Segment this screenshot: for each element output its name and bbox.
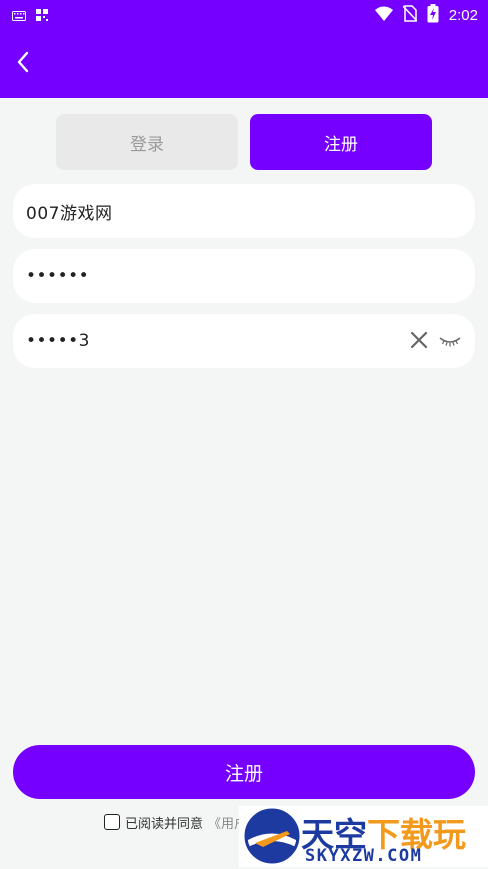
battery-charging-icon xyxy=(427,4,439,27)
agreement-row: 已阅读并同意 《用户 xyxy=(104,812,247,832)
eye-closed-icon[interactable] xyxy=(439,333,461,353)
tab-register[interactable]: 注册 xyxy=(250,114,432,170)
agreement-text: 已阅读并同意 xyxy=(125,816,204,832)
confirm-field-icons xyxy=(409,330,461,355)
password-field[interactable]: •••••• xyxy=(13,249,475,303)
status-right: 2:02 xyxy=(374,4,478,27)
username-field[interactable]: 007游戏网 xyxy=(13,184,475,238)
register-submit-button[interactable]: 注册 xyxy=(13,745,475,799)
watermark-logo-icon xyxy=(243,807,301,869)
password-value: •••••• xyxy=(26,266,90,286)
agreement-checkbox[interactable] xyxy=(104,814,120,830)
chevron-left-icon xyxy=(16,51,30,77)
tab-register-label: 注册 xyxy=(324,134,358,155)
status-time: 2:02 xyxy=(448,7,478,24)
register-submit-label: 注册 xyxy=(224,762,263,785)
app-bar xyxy=(0,28,488,98)
status-left xyxy=(12,6,48,25)
wifi-icon xyxy=(374,6,393,26)
auth-tabs: 登录 注册 xyxy=(56,114,432,170)
keyboard-icon xyxy=(12,6,26,25)
username-value: 007游戏网 xyxy=(26,203,113,224)
status-bar: 2:02 xyxy=(0,0,488,28)
tab-login[interactable]: 登录 xyxy=(56,114,238,170)
watermark-en-text: SKYXZW.COM xyxy=(305,846,423,866)
confirm-password-field[interactable]: •••••3 xyxy=(13,314,475,368)
tab-login-label: 登录 xyxy=(130,134,164,155)
clear-icon[interactable] xyxy=(409,330,429,355)
watermark-overlay: 天空下载玩 SKYXZW.COM xyxy=(239,806,488,867)
back-button[interactable] xyxy=(8,49,38,79)
qr-icon xyxy=(36,6,48,25)
no-sim-icon xyxy=(402,5,418,26)
confirm-password-value: •••••3 xyxy=(26,331,90,351)
